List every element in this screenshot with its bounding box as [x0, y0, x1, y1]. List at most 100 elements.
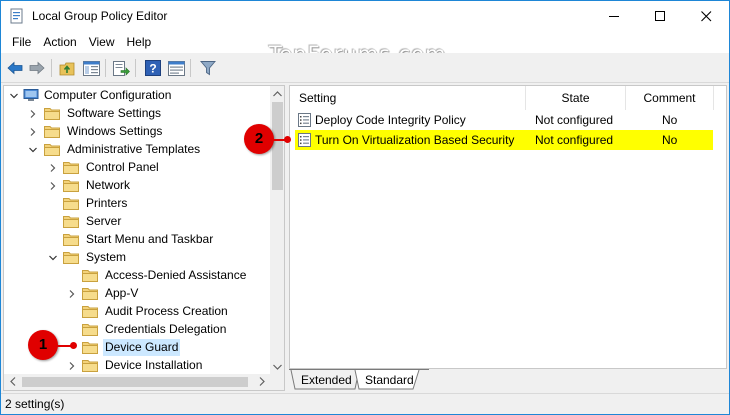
forward-button[interactable] [28, 59, 46, 77]
tab-extended[interactable]: Extended [301, 373, 352, 387]
scroll-down-arrow-icon[interactable] [270, 359, 284, 374]
tree-item-label: Control Panel [86, 160, 159, 174]
folder-icon [82, 324, 98, 336]
folder-icon [82, 342, 98, 354]
folder-icon [44, 144, 60, 156]
column-header-setting[interactable]: Setting [290, 86, 526, 110]
folder-icon [82, 288, 98, 300]
column-header-state[interactable]: State [526, 86, 626, 110]
window-title: Local Group Policy Editor [32, 9, 168, 23]
callout-badge: 2 [244, 124, 274, 154]
toolbar-separator [190, 59, 191, 77]
minimize-icon [608, 15, 619, 17]
folder-icon [82, 270, 98, 282]
back-button[interactable] [6, 59, 24, 77]
setting-comment: No [662, 113, 678, 127]
title-bar: Local Group Policy Editor [1, 1, 729, 31]
callout-dot [70, 342, 77, 349]
chevron-right-icon[interactable] [48, 163, 58, 173]
setting-name: Deploy Code Integrity Policy [315, 113, 466, 127]
tree-item-label: System [86, 250, 127, 264]
help-button[interactable]: ? [144, 59, 162, 77]
folder-icon [63, 162, 79, 174]
tree-item-label: Device Installation [105, 358, 203, 372]
tree-item-label: Administrative Templates [67, 142, 201, 156]
chevron-down-icon[interactable] [9, 91, 19, 101]
tab-standard[interactable]: Standard [365, 373, 414, 387]
setting-comment: No [662, 133, 678, 147]
list-row-turn-on-virtualization-based-security[interactable]: Turn On Virtualization Based Security No… [295, 130, 713, 150]
computer-icon [23, 89, 39, 101]
tree-item-label: Network [86, 178, 131, 192]
chevron-right-icon[interactable] [67, 361, 77, 371]
status-bar: 2 setting(s) [1, 393, 729, 414]
tree-item-label: Credentials Delegation [105, 322, 227, 336]
chevron-down-icon[interactable] [28, 145, 38, 155]
callout-dot [284, 136, 291, 143]
status-text: 2 setting(s) [5, 397, 65, 411]
settings-list-pane[interactable]: Setting State Comment Deploy Code Integr… [289, 85, 727, 369]
scroll-thumb[interactable] [272, 102, 283, 190]
tree-vertical-scrollbar[interactable] [270, 86, 284, 374]
folder-icon [63, 180, 79, 192]
show-hide-tree-icon [82, 60, 100, 76]
folder-icon [63, 252, 79, 264]
app-icon [10, 8, 23, 24]
policy-setting-icon [298, 133, 311, 147]
toolbar-separator [51, 59, 52, 77]
extended-view-button[interactable] [167, 59, 185, 77]
folder-icon [82, 360, 98, 372]
tree-item-label: Access-Denied Assistance [105, 268, 247, 282]
export-list-icon [112, 60, 130, 76]
maximize-button[interactable] [637, 1, 683, 31]
chevron-right-icon[interactable] [48, 181, 58, 191]
export-list-button[interactable] [112, 59, 130, 77]
svg-text:?: ? [149, 62, 156, 76]
folder-icon [63, 198, 79, 210]
scroll-right-arrow-icon[interactable] [254, 374, 269, 389]
up-folder-icon [59, 62, 75, 75]
folder-icon [44, 108, 60, 120]
filter-icon [200, 61, 216, 76]
tree-item-label: Start Menu and Taskbar [86, 232, 214, 246]
scroll-left-arrow-icon[interactable] [5, 374, 20, 389]
minimize-button[interactable] [591, 1, 637, 31]
close-icon [700, 10, 711, 21]
folder-icon [44, 126, 60, 138]
back-arrow-icon [7, 61, 23, 75]
folder-icon [82, 306, 98, 318]
forward-arrow-icon [29, 61, 45, 75]
extended-view-icon [167, 60, 185, 76]
tree-item-label: Server [86, 214, 122, 228]
list-row-deploy-code-integrity-policy[interactable]: Deploy Code Integrity Policy Not configu… [295, 110, 713, 130]
close-button[interactable] [683, 1, 729, 31]
tree-item-label: Printers [86, 196, 128, 210]
help-icon: ? [145, 60, 161, 76]
menu-view[interactable]: View [83, 35, 121, 49]
tree-item-label: Device Guard [103, 339, 181, 356]
tree-horizontal-scrollbar[interactable] [4, 374, 284, 390]
chevron-right-icon[interactable] [28, 109, 38, 119]
scroll-up-arrow-icon[interactable] [270, 86, 284, 101]
column-header-comment[interactable]: Comment [626, 86, 714, 110]
group-policy-editor-window: Local Group Policy Editor File Action Vi… [0, 0, 730, 415]
tree-item-label: Computer Configuration [44, 88, 172, 102]
show-hide-tree-button[interactable] [82, 59, 100, 77]
filter-button[interactable] [199, 59, 217, 77]
menu-help[interactable]: Help [121, 35, 158, 49]
menu-file[interactable]: File [6, 35, 37, 49]
chevron-right-icon[interactable] [67, 289, 77, 299]
tree-item-label: Software Settings [67, 106, 162, 120]
folder-icon [63, 216, 79, 228]
tree-item-label: App-V [105, 286, 139, 300]
scroll-thumb[interactable] [22, 377, 248, 387]
view-tabs: Extended Standard [289, 369, 727, 391]
tree-item-label: Audit Process Creation [105, 304, 228, 318]
up-one-level-button[interactable] [58, 59, 76, 77]
folder-icon [63, 234, 79, 246]
chevron-right-icon[interactable] [28, 127, 38, 137]
toolbar-separator [105, 59, 106, 77]
chevron-down-icon[interactable] [48, 253, 58, 263]
toolbar-separator [135, 59, 136, 77]
menu-action[interactable]: Action [37, 35, 82, 49]
